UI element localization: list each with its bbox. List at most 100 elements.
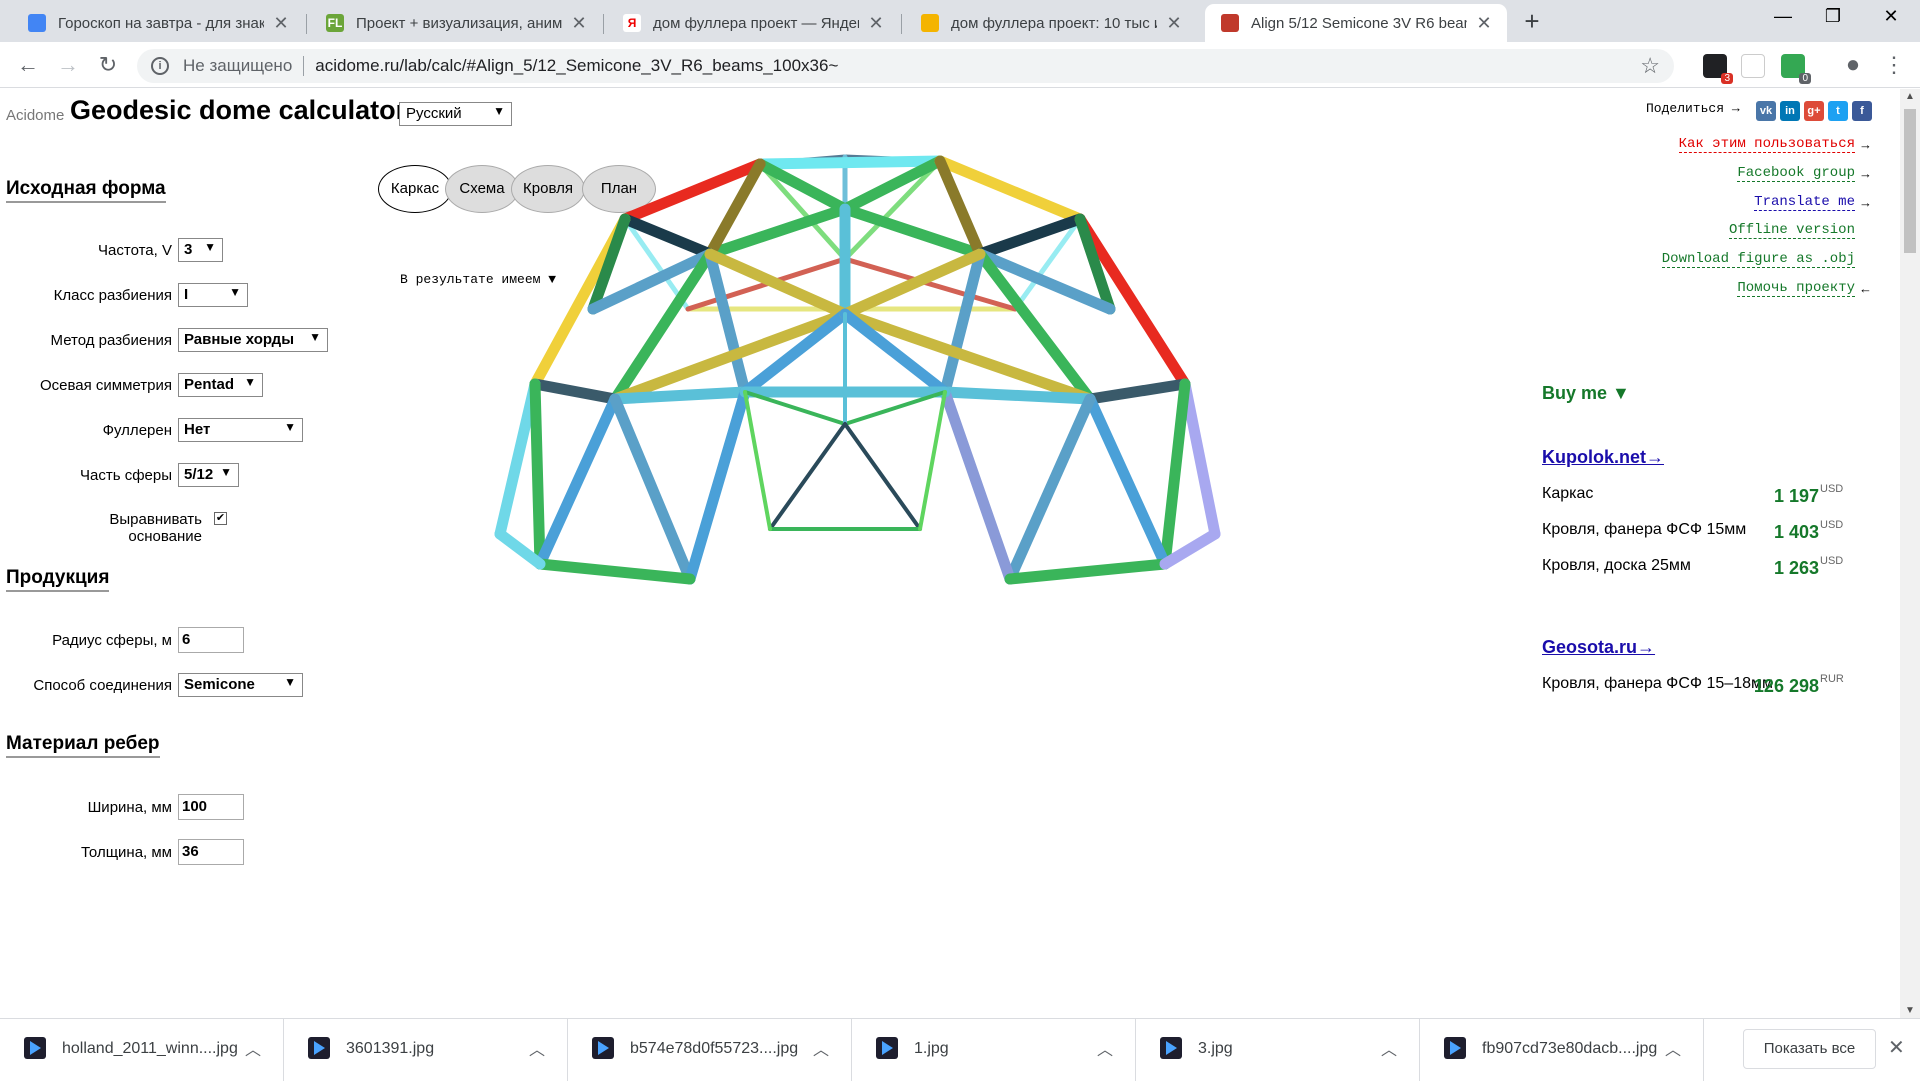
- tab-favicon-icon: FL: [326, 14, 344, 32]
- profile-icon[interactable]: ●: [1839, 51, 1867, 79]
- tab-close-icon[interactable]: ✕: [570, 13, 588, 34]
- chevron-down-icon: ▼: [284, 675, 296, 689]
- tab-favicon-icon: [921, 14, 939, 32]
- tab-favicon-icon: [28, 14, 46, 32]
- tab-close-icon[interactable]: ✕: [1165, 13, 1183, 34]
- tab-3[interactable]: дом фуллера проект: 10 тыс изо ✕: [905, 4, 1197, 42]
- field-label: Фуллерен: [102, 422, 172, 439]
- menu-icon[interactable]: ⋮: [1880, 51, 1908, 79]
- price-value: 1 197: [1773, 486, 1819, 506]
- scroll-up-icon[interactable]: ▲: [1900, 91, 1920, 102]
- download-item[interactable]: 3601391.jpg ︿: [284, 1019, 568, 1081]
- right-link-5[interactable]: Помочь проекту: [1737, 280, 1855, 297]
- download-filename: 3601391.jpg: [346, 1040, 435, 1057]
- facebook-icon[interactable]: f: [1852, 101, 1872, 121]
- twitter-icon[interactable]: t: [1828, 101, 1848, 121]
- arrow-icon: ←: [1859, 281, 1872, 296]
- method-select[interactable]: Равные хорды ▼: [178, 328, 328, 352]
- tab-0[interactable]: Гороскоп на завтра - для знака ✕: [12, 4, 304, 42]
- url-text[interactable]: acidome.ru/lab/calc/#Align_5/12_Semicone…: [315, 56, 838, 76]
- show-all-downloads-button[interactable]: Показать все: [1743, 1029, 1876, 1069]
- chevron-up-icon[interactable]: ︿: [245, 1036, 261, 1060]
- symmetry-select[interactable]: Pentad ▼: [178, 373, 263, 397]
- vendor-link[interactable]: Kupolok.net→: [1542, 447, 1664, 468]
- site-logo[interactable]: Acidome: [6, 107, 64, 124]
- language-select[interactable]: Русский ▼: [399, 102, 512, 126]
- scroll-down-icon[interactable]: ▼: [1900, 1005, 1920, 1016]
- field-label: Толщина, мм: [80, 844, 172, 861]
- info-icon[interactable]: i: [151, 57, 169, 75]
- price-currency: USD: [1820, 555, 1844, 567]
- field-label: Частота, V: [98, 242, 172, 259]
- download-item[interactable]: b574e78d0f55723....jpg ︿: [568, 1019, 852, 1081]
- right-link-0[interactable]: Как этим пользоваться: [1678, 136, 1855, 153]
- reload-icon[interactable]: ↻: [94, 51, 122, 79]
- chevron-up-icon[interactable]: ︿: [1097, 1036, 1113, 1060]
- image-file-icon: [1444, 1037, 1466, 1059]
- field-label: Часть сферы: [80, 467, 172, 484]
- tab-title: Align 5/12 Semicone 3V R6 beam: [1251, 14, 1467, 32]
- right-link-1[interactable]: Facebook group: [1737, 165, 1855, 182]
- section-product-heading: Продукция: [6, 566, 110, 592]
- width-input[interactable]: 100: [178, 794, 244, 820]
- maximize-button[interactable]: ❐: [1810, 6, 1856, 36]
- ext-3-icon[interactable]: 0: [1781, 54, 1811, 84]
- align-base-checkbox[interactable]: ✔: [214, 512, 227, 525]
- field-label: Осевая симметрия: [39, 377, 172, 394]
- page-content: Acidome Geodesic dome calculator Русский…: [0, 89, 1900, 1018]
- chevron-up-icon[interactable]: ︿: [1665, 1036, 1681, 1060]
- tab-close-icon[interactable]: ✕: [867, 13, 885, 34]
- download-item[interactable]: fb907cd73e80dacb....jpg ︿: [1420, 1019, 1704, 1081]
- right-link-3[interactable]: Offline version: [1728, 222, 1855, 239]
- class-select[interactable]: I ▼: [178, 283, 248, 307]
- download-filename: fb907cd73e80dacb....jpg: [1482, 1040, 1658, 1057]
- right-link-4[interactable]: Download figure as .obj: [1661, 251, 1855, 268]
- price-label: Кровля, фанера ФСФ 15–18мм: [1542, 675, 1773, 692]
- forward-icon[interactable]: →: [54, 51, 82, 79]
- tab-close-icon[interactable]: ✕: [272, 13, 290, 34]
- download-item[interactable]: holland_2011_winn....jpg ︿: [0, 1019, 284, 1081]
- tab-4[interactable]: Align 5/12 Semicone 3V R6 beam ✕: [1205, 4, 1507, 42]
- download-item[interactable]: 3.jpg ︿: [1136, 1019, 1420, 1081]
- tab-2[interactable]: Ядом фуллера проект — Яндекс ✕: [607, 4, 899, 42]
- chevron-up-icon[interactable]: ︿: [813, 1036, 829, 1060]
- chevron-down-icon: ▼: [309, 330, 321, 344]
- close-shelf-icon[interactable]: ✕: [1888, 1035, 1905, 1060]
- new-tab-button[interactable]: +: [1518, 8, 1546, 36]
- google-plus-icon[interactable]: g+: [1804, 101, 1824, 121]
- connection-select[interactable]: Semicone ▼: [178, 673, 303, 697]
- vk-icon[interactable]: vk: [1756, 101, 1776, 121]
- scroll-thumb[interactable]: [1904, 109, 1916, 253]
- chevron-up-icon[interactable]: ︿: [1381, 1036, 1397, 1060]
- sphere-part-select[interactable]: 5/12 ▼: [178, 463, 239, 487]
- bookmark-star-icon[interactable]: ☆: [1640, 53, 1660, 79]
- frequency-select[interactable]: 3 ▼: [178, 238, 223, 262]
- address-bar[interactable]: i Не защищено acidome.ru/lab/calc/#Align…: [137, 49, 1674, 83]
- ext-1-icon[interactable]: 3: [1703, 54, 1733, 84]
- chevron-up-icon[interactable]: ︿: [529, 1036, 545, 1060]
- download-filename: b574e78d0f55723....jpg: [630, 1040, 799, 1057]
- right-link-2[interactable]: Translate me: [1754, 194, 1855, 211]
- buy-me-toggle[interactable]: Buy me ▼: [1542, 383, 1630, 404]
- linkedin-icon[interactable]: in: [1780, 101, 1800, 121]
- price-currency: RUR: [1820, 673, 1844, 685]
- download-filename: holland_2011_winn....jpg: [62, 1040, 238, 1057]
- radius-input[interactable]: 6: [178, 627, 244, 653]
- minimize-button[interactable]: —: [1760, 6, 1806, 36]
- vertical-scrollbar[interactable]: ▲ ▼: [1900, 89, 1920, 1018]
- vendor-link[interactable]: Geosota.ru→: [1542, 637, 1655, 658]
- tab-close-icon[interactable]: ✕: [1475, 13, 1493, 34]
- price-currency: USD: [1820, 483, 1844, 495]
- fullerene-select[interactable]: Нет ▼: [178, 418, 303, 442]
- download-item[interactable]: 1.jpg ︿: [852, 1019, 1136, 1081]
- chevron-down-icon: ▼: [284, 420, 296, 434]
- tab-strip: Гороскоп на завтра - для знака ✕ FL Проект …: [0, 0, 1920, 42]
- view-button-0[interactable]: Каркас: [378, 165, 452, 213]
- back-icon[interactable]: ←: [14, 51, 42, 79]
- dome-3d-view[interactable]: [470, 149, 1430, 609]
- image-file-icon: [308, 1037, 330, 1059]
- tab-1[interactable]: FL Проект + визуализация, анимац ✕: [310, 4, 602, 42]
- ext-2-icon[interactable]: [1741, 54, 1765, 78]
- thickness-input[interactable]: 36: [178, 839, 244, 865]
- close-window-button[interactable]: ✕: [1868, 6, 1914, 36]
